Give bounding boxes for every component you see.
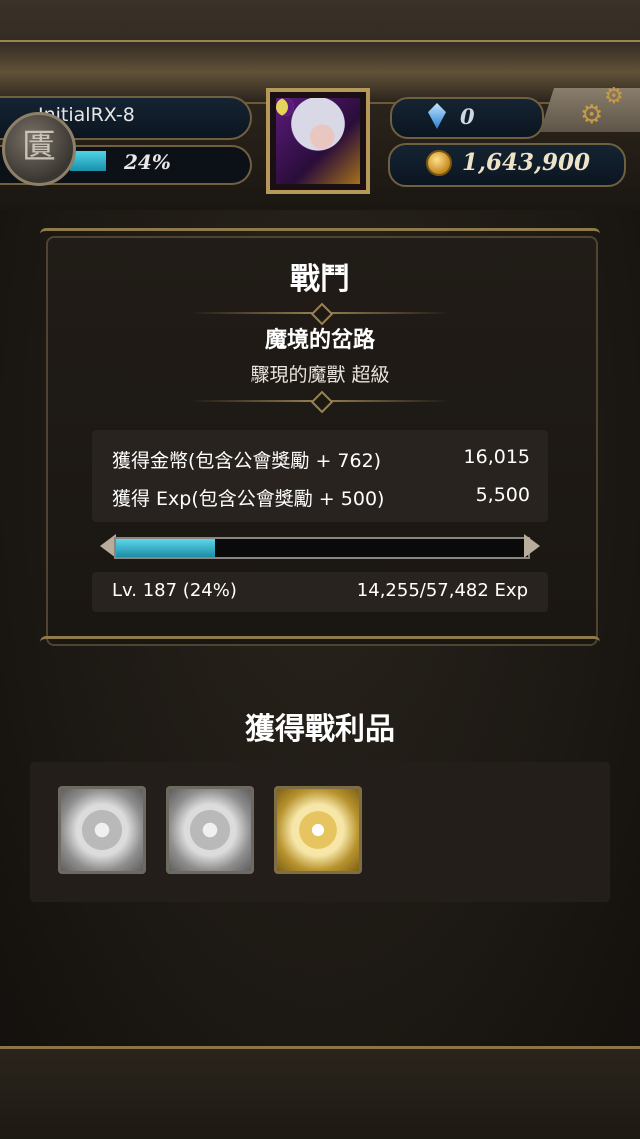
panel-ornament-bottom bbox=[40, 636, 600, 653]
reward-value: 16,015 bbox=[463, 446, 530, 468]
stage-name: 魔境的岔路 bbox=[264, 328, 375, 353]
reward-row-exp: 獲得 Exp(包含公會獎勵 + 500) 5,500 bbox=[112, 484, 530, 511]
loot-title: 獲得戰利品 bbox=[245, 712, 395, 747]
level-progress-bar bbox=[100, 534, 540, 559]
exp-label: 14,255/57,482 Exp bbox=[356, 580, 528, 601]
gear-small-icon: ⚙ bbox=[604, 84, 624, 109]
gold-coin-icon bbox=[426, 150, 452, 176]
level-bar-track bbox=[114, 537, 530, 559]
rank-glyph: 匱 bbox=[22, 127, 56, 167]
rank-badge[interactable]: 匱 bbox=[2, 112, 76, 186]
reward-row-gold: 獲得金幣(包含公會獎勵 + 762) 16,015 bbox=[112, 446, 530, 473]
gold-count: 1,643,900 bbox=[462, 149, 591, 176]
player-avatar[interactable] bbox=[266, 88, 370, 194]
reward-label: 獲得 Exp(包含公會獎勵 + 500) bbox=[112, 488, 385, 510]
level-label: Lv. 187 (24%) bbox=[112, 580, 237, 601]
bottom-ornament bbox=[0, 1046, 640, 1139]
reward-label: 獲得金幣(包含公會獎勵 + 762) bbox=[112, 450, 382, 472]
moon-attribute-icon bbox=[276, 98, 294, 116]
gem-count: 0 bbox=[460, 104, 475, 129]
gear-icon: ⚙ bbox=[580, 100, 604, 130]
battle-title: 戰鬥 bbox=[290, 262, 350, 297]
reward-value: 5,500 bbox=[475, 484, 530, 506]
level-bar-fill bbox=[116, 539, 215, 557]
player-exp-percent: 24% bbox=[124, 150, 171, 174]
bar-cap-right-icon bbox=[524, 534, 540, 558]
loot-gold-card[interactable] bbox=[274, 786, 362, 874]
stage-subtitle: 驟現的魔獸 超級 bbox=[250, 364, 390, 386]
loot-silver-card-1[interactable] bbox=[58, 786, 146, 874]
loot-silver-card-2[interactable] bbox=[166, 786, 254, 874]
